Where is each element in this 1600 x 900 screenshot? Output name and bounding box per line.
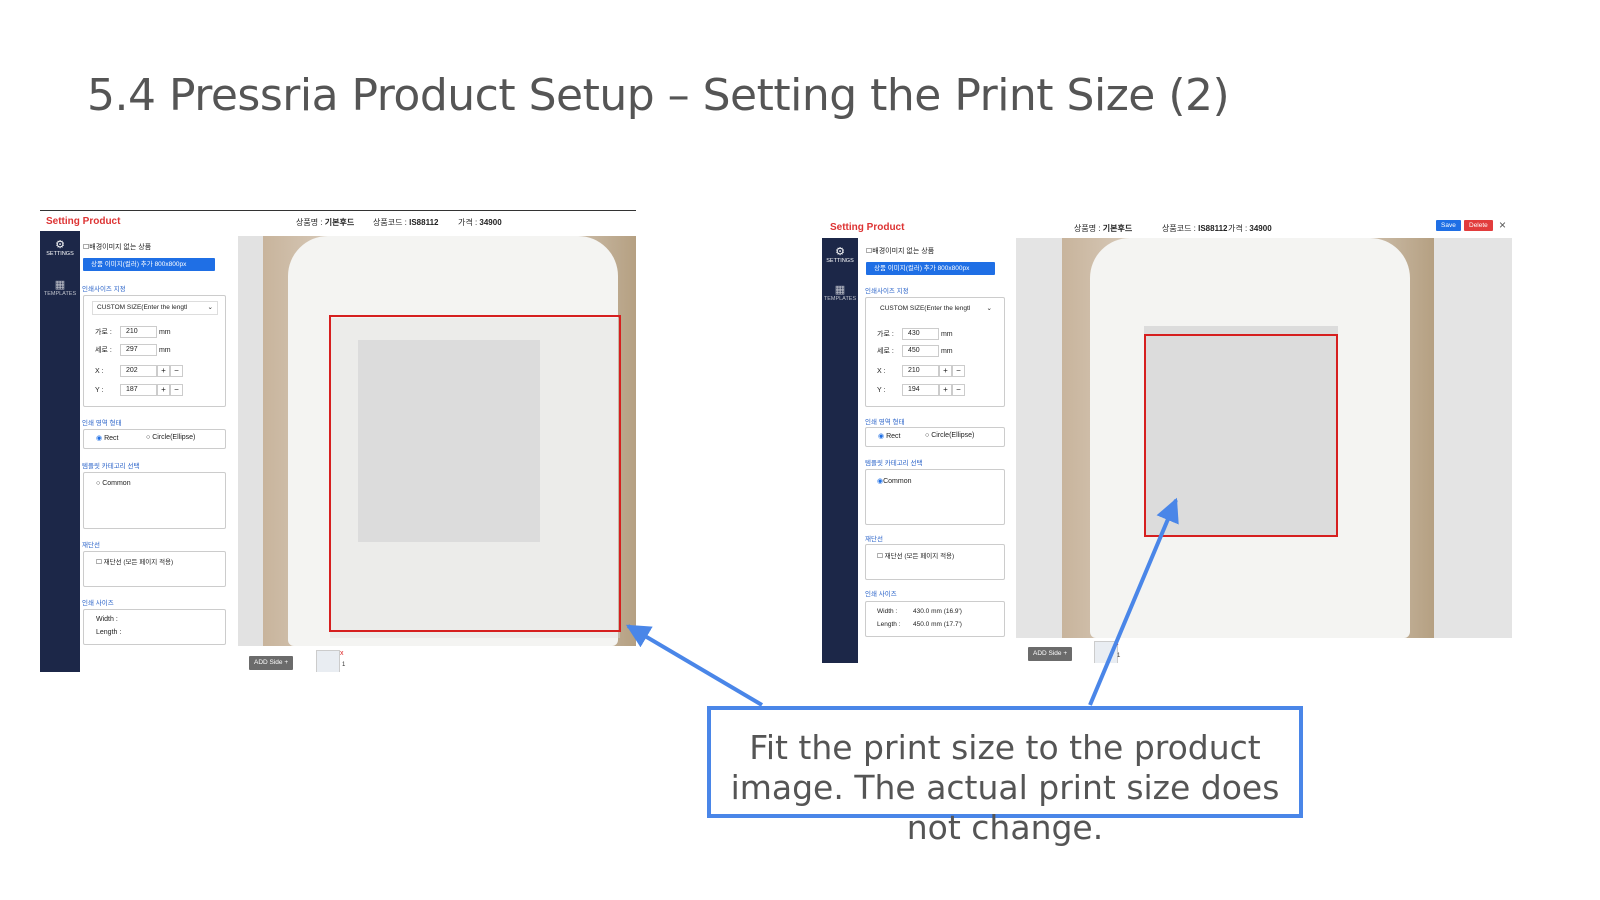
callout-box: Fit the print size to the product image.… — [707, 706, 1303, 847]
arrow-to-right-frame — [1088, 497, 1179, 706]
arrow-to-left-frame — [625, 624, 764, 707]
